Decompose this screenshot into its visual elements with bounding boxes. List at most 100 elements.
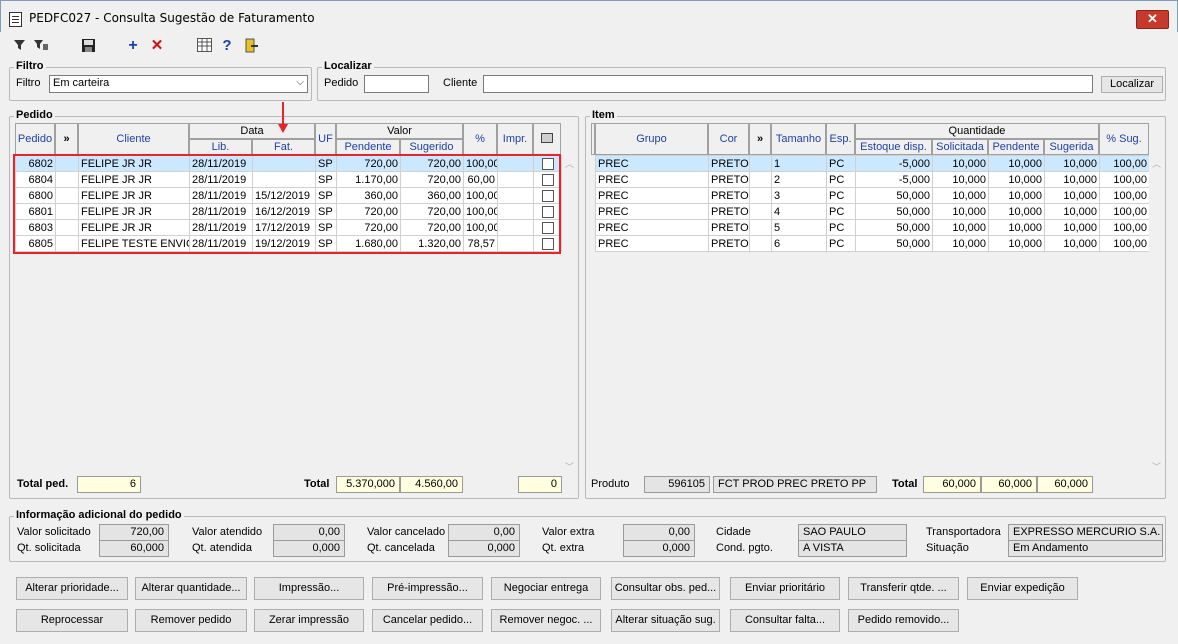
pre-impressao-button[interactable]: Pré-impressão... — [372, 577, 483, 600]
col-esp-header[interactable]: Esp. — [826, 123, 855, 155]
cell-solicitada[interactable]: 10,000 — [932, 219, 989, 236]
cliente-search-input[interactable] — [483, 75, 1093, 93]
cell-pct[interactable]: 100,00 — [1099, 155, 1150, 172]
cell-solicitada[interactable]: 10,000 — [932, 171, 989, 188]
cell-grupo[interactable]: PREC — [595, 187, 709, 204]
consultar-falta-button[interactable]: Consultar falta... — [730, 609, 840, 632]
grid-settings-icon[interactable] — [196, 38, 212, 54]
col-uf-header[interactable]: UF — [315, 123, 336, 155]
exit-icon[interactable] — [243, 38, 259, 54]
cell-estoque[interactable]: 50,000 — [855, 203, 933, 220]
remover-pedido-button[interactable]: Remover pedido — [135, 609, 247, 632]
cell-cor[interactable]: PRETO — [708, 155, 750, 172]
cell-grupo[interactable]: PREC — [595, 155, 709, 172]
cell-grupo[interactable]: PREC — [595, 219, 709, 236]
cell-pct[interactable]: 100,00 — [1099, 203, 1150, 220]
cell-pct[interactable]: 100,00 — [1099, 219, 1150, 236]
cell-tamanho[interactable]: 6 — [771, 235, 827, 252]
cancelar-pedido-button[interactable]: Cancelar pedido... — [372, 609, 483, 632]
cell-grupo[interactable]: PREC — [595, 171, 709, 188]
col-pct-header[interactable]: % — [463, 123, 497, 155]
scroll-down-icon[interactable]: ﹀ — [562, 460, 577, 473]
cell-cor[interactable]: PRETO — [708, 187, 750, 204]
cell-esp[interactable]: PC — [826, 219, 856, 236]
col-pct-sug-header[interactable]: % Sug. — [1099, 123, 1149, 155]
cell-tamanho[interactable]: 3 — [771, 187, 827, 204]
col-sugerido-header[interactable]: Sugerido — [400, 139, 463, 155]
scroll-down-icon[interactable]: ﹀ — [1149, 460, 1164, 473]
col-cliente-header[interactable]: Cliente — [78, 123, 189, 155]
save-icon[interactable] — [80, 38, 96, 54]
col-lib-header[interactable]: Lib. — [189, 139, 252, 155]
cell-tamanho[interactable]: 2 — [771, 171, 827, 188]
cell-sugerida[interactable]: 10,000 — [1044, 187, 1100, 204]
scroll-up-icon[interactable]: ︿ — [562, 157, 577, 170]
item-scrollbar[interactable]: ︿ ﹀ — [1149, 155, 1164, 475]
close-button[interactable]: ✕ — [1136, 10, 1169, 29]
scroll-up-icon[interactable]: ︿ — [1149, 157, 1164, 170]
impressao-button[interactable]: Impressão... — [254, 577, 364, 600]
col-pedido-header[interactable]: Pedido — [15, 123, 55, 155]
col-cor-header[interactable]: Cor — [708, 123, 749, 155]
col-tamanho-header[interactable]: Tamanho — [771, 123, 826, 155]
cell-solicitada[interactable]: 10,000 — [932, 187, 989, 204]
alterar-prioridade-button[interactable]: Alterar prioridade... — [16, 577, 128, 600]
col-solicitada-header[interactable]: Solicitada — [932, 139, 988, 155]
cell-pendente[interactable]: 10,000 — [988, 187, 1045, 204]
cell-grupo[interactable]: PREC — [595, 203, 709, 220]
cell-pendente[interactable]: 10,000 — [988, 171, 1045, 188]
cell-esp[interactable]: PC — [826, 171, 856, 188]
delete-icon[interactable]: ✕ — [149, 38, 165, 54]
cell-pendente[interactable]: 10,000 — [988, 235, 1045, 252]
add-icon[interactable]: + — [125, 38, 141, 54]
cell-solicitada[interactable]: 10,000 — [932, 155, 989, 172]
col-sugerida-header[interactable]: Sugerida — [1044, 139, 1099, 155]
cell-esp[interactable]: PC — [826, 155, 856, 172]
remover-negoc-button[interactable]: Remover negoc. ... — [491, 609, 601, 632]
enviar-prioritario-button[interactable]: Enviar prioritário — [730, 577, 840, 600]
cell-pct[interactable]: 100,00 — [1099, 235, 1150, 252]
localizar-button[interactable]: Localizar — [1101, 76, 1163, 93]
cell-cor[interactable]: PRETO — [708, 171, 750, 188]
cell-sugerida[interactable]: 10,000 — [1044, 155, 1100, 172]
pedido-search-input[interactable] — [364, 75, 429, 93]
cell-solicitada[interactable]: 10,000 — [932, 203, 989, 220]
alterar-quantidade-button[interactable]: Alterar quantidade... — [135, 577, 247, 600]
cell-sugerida[interactable]: 10,000 — [1044, 219, 1100, 236]
cell-tamanho[interactable]: 5 — [771, 219, 827, 236]
cell-sugerida[interactable]: 10,000 — [1044, 171, 1100, 188]
col-fat-header[interactable]: Fat. — [252, 139, 315, 155]
cell-cor[interactable]: PRETO — [708, 235, 750, 252]
cell-esp[interactable]: PC — [826, 203, 856, 220]
cell-grupo[interactable]: PREC — [595, 235, 709, 252]
table-row[interactable]: PREC PRETO 1 PC -5,000 10,000 10,000 10,000 100,… — [595, 155, 1150, 172]
cell-estoque[interactable]: 50,000 — [855, 187, 933, 204]
table-row[interactable]: PREC PRETO 3 PC 50,000 10,000 10,000 10,000 100,… — [595, 187, 1150, 204]
reprocessar-button[interactable]: Reprocessar — [16, 609, 128, 632]
cell-estoque[interactable]: 50,000 — [855, 235, 933, 252]
zerar-impressao-button[interactable]: Zerar impressão — [254, 609, 364, 632]
filter-clear-icon[interactable] — [33, 38, 49, 54]
cell-tamanho[interactable]: 4 — [771, 203, 827, 220]
negociar-entrega-button[interactable]: Negociar entrega — [491, 577, 601, 600]
cell-estoque[interactable]: 50,000 — [855, 219, 933, 236]
table-row[interactable]: PREC PRETO 5 PC 50,000 10,000 10,000 10,000 100,… — [595, 219, 1150, 236]
col-item-pendente-header[interactable]: Pendente — [988, 139, 1044, 155]
table-row[interactable]: PREC PRETO 4 PC 50,000 10,000 10,000 10,000 100,… — [595, 203, 1150, 220]
table-row[interactable]: PREC PRETO 6 PC 50,000 10,000 10,000 10,000 100,… — [595, 235, 1150, 252]
col-pendente-header[interactable]: Pendente — [336, 139, 400, 155]
transferir-qtde-button[interactable]: Transferir qtde. ... — [848, 577, 959, 600]
cell-cor[interactable]: PRETO — [708, 219, 750, 236]
col-grupo-header[interactable]: Grupo — [595, 123, 708, 155]
pedido-removido-button[interactable]: Pedido removido... — [848, 609, 959, 632]
cell-pct[interactable]: 100,00 — [1099, 187, 1150, 204]
col-estoque-header[interactable]: Estoque disp. — [855, 139, 932, 155]
cell-cor[interactable]: PRETO — [708, 203, 750, 220]
col-impr-header[interactable]: Impr. — [497, 123, 533, 155]
consultar-obs-ped-button[interactable]: Consultar obs. ped... — [611, 577, 720, 600]
cell-pct[interactable]: 100,00 — [1099, 171, 1150, 188]
enviar-expedicao-button[interactable]: Enviar expedição — [967, 577, 1078, 600]
cell-pendente[interactable]: 10,000 — [988, 155, 1045, 172]
cell-estoque[interactable]: -5,000 — [855, 171, 933, 188]
cell-sugerida[interactable]: 10,000 — [1044, 203, 1100, 220]
